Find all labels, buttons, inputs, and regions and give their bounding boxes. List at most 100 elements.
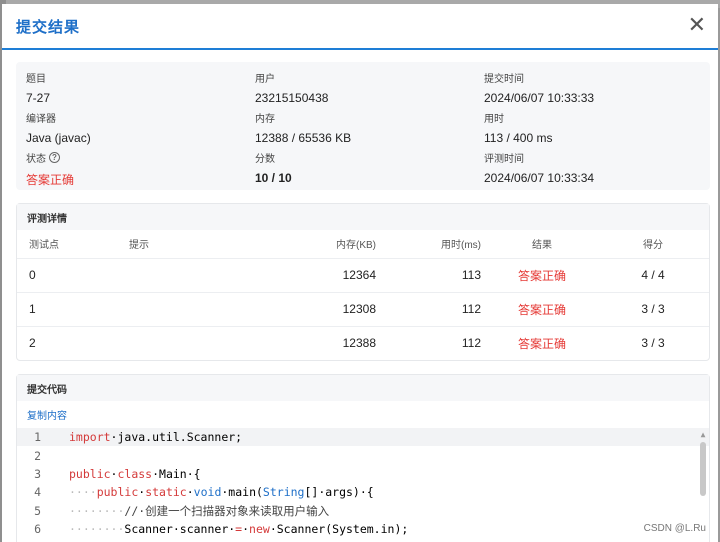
table-row: 0 12364 113 答案正确 4 / 4: [17, 257, 709, 292]
table-row: 1 12308 112 答案正确 3 / 3: [17, 291, 709, 326]
score-label: 分数: [255, 154, 275, 165]
code-token: ·Scanner(System.in);: [269, 522, 409, 537]
line-number: 6: [34, 522, 41, 537]
submit-time-value: 2024/06/07 10:33:33: [484, 91, 595, 105]
row-hint: [107, 291, 257, 326]
status-label-row: 状态 ?: [26, 150, 74, 165]
memory-value: 12388 / 65536 KB: [255, 131, 352, 145]
judge-details-card: 评测详情 测试点 提示 内存(KB) 用时(ms) 结果 得分 0 12364 …: [16, 203, 710, 361]
code-token: ·: [110, 466, 118, 481]
user-label: 用户: [255, 74, 275, 85]
row-point: 0: [17, 257, 107, 292]
memory-info: 内存 12388 / 65536 KB: [255, 110, 351, 145]
code-token: Scanner·scanner·: [124, 522, 236, 537]
submit-time-label: 提交时间: [484, 74, 524, 85]
code-comment: //·创建一个扫描器对象来读取用户输入: [124, 503, 330, 518]
judge-time-label: 评测时间: [484, 154, 524, 165]
watermark: CSDN @L.Ru: [643, 523, 706, 534]
line-number: 1: [34, 430, 41, 445]
submission-result-dialog: 提交结果 ✕ 题目 7-27 用户 23215150438 提交时间 2024/…: [2, 4, 718, 542]
row-memory: 12388: [257, 325, 382, 360]
col-time: 用时(ms): [441, 240, 481, 252]
time-info: 用时 113 / 400 ms: [484, 110, 552, 145]
code-line: 4 ···· public · static · void ·main(String []·a…: [17, 483, 709, 501]
score-value: 10 / 10: [255, 171, 292, 185]
row-memory: 12364: [257, 257, 382, 292]
code-token: class: [117, 466, 153, 481]
user-info: 用户 23215150438: [255, 70, 328, 105]
line-number: 4: [34, 485, 41, 500]
code-token: ·java.util.Scanner;: [110, 430, 243, 445]
row-result: 答案正确: [487, 257, 597, 292]
copy-code-button[interactable]: 复制内容: [17, 401, 709, 428]
row-time: 113: [382, 257, 487, 292]
code-token: ········: [69, 503, 125, 518]
time-value: 113 / 400 ms: [484, 131, 553, 145]
row-hint: [107, 325, 257, 360]
code-token: ····: [69, 485, 97, 500]
time-label: 用时: [484, 114, 504, 125]
row-time: 112: [382, 291, 487, 326]
code-line: 6 ········ Scanner·scanner· = · new ·Scanner(…: [17, 520, 709, 538]
problem-label: 题目: [26, 74, 46, 85]
col-point: 测试点: [29, 240, 59, 252]
status-info: 状态 ? 答案正确: [26, 150, 74, 188]
code-token: ·Main·{: [152, 466, 201, 481]
row-hint: [107, 257, 257, 292]
row-result: 答案正确: [487, 325, 597, 360]
scroll-thumb[interactable]: [700, 442, 706, 496]
line-number: 2: [34, 448, 41, 463]
code-token: new: [249, 522, 270, 537]
user-value: 23215150438: [255, 91, 329, 105]
summary-card: 题目 7-27 用户 23215150438 提交时间 2024/06/07 1…: [16, 62, 710, 190]
line-number: 3: [34, 466, 41, 481]
code-token: ·: [242, 522, 250, 537]
compiler-value: Java (javac): [26, 131, 91, 145]
problem-value: 7-27: [26, 91, 51, 105]
code-token: []·args)·{: [304, 485, 374, 500]
code-token: ········: [69, 522, 125, 537]
judge-details-title: 评测详情: [17, 204, 709, 230]
code-token: String: [262, 485, 305, 500]
line-number: 5: [34, 503, 41, 518]
code-editor[interactable]: 1 import ·java.util.Scanner; 2 3 public · c…: [17, 428, 709, 542]
code-line: 1 import ·java.util.Scanner;: [17, 428, 709, 447]
code-token: ·: [138, 485, 146, 500]
close-icon[interactable]: ✕: [688, 15, 706, 37]
memory-label: 内存: [255, 114, 275, 125]
code-token: public: [69, 466, 111, 481]
code-token: import: [69, 430, 111, 445]
row-point: 2: [17, 325, 107, 360]
status-value: 答案正确: [26, 173, 75, 187]
col-score: 得分: [643, 240, 663, 252]
judge-time-value: 2024/06/07 10:33:34: [484, 171, 595, 185]
compiler-label: 编译器: [26, 114, 56, 125]
submitted-code-title: 提交代码: [17, 375, 709, 401]
submitted-code-card: 提交代码 复制内容 1 import ·java.util.Scanner; 2 …: [16, 374, 710, 542]
compiler-info: 编译器 Java (javac): [26, 110, 91, 145]
row-score: 4 / 4: [597, 257, 709, 292]
judge-table-header: 测试点 提示 内存(KB) 用时(ms) 结果 得分: [17, 230, 709, 258]
scroll-up-icon[interactable]: ▲: [699, 430, 707, 440]
judge-time-info: 评测时间 2024/06/07 10:33:34: [484, 150, 594, 185]
code-line: 3 public · class ·Main·{: [17, 465, 709, 483]
row-result: 答案正确: [487, 291, 597, 326]
col-memory: 内存(KB): [336, 240, 376, 252]
col-result: 结果: [532, 240, 552, 252]
code-token: public: [96, 485, 139, 500]
code-token: =: [235, 522, 243, 537]
row-score: 3 / 3: [597, 291, 709, 326]
row-point: 1: [17, 291, 107, 326]
problem-info: 题目 7-27: [26, 70, 50, 105]
row-memory: 12308: [257, 291, 382, 326]
table-row: 2 12388 112 答案正确 3 / 3: [17, 325, 709, 360]
status-label: 状态: [26, 154, 46, 165]
dialog-title: 提交结果: [16, 18, 81, 36]
dialog-content: 题目 7-27 用户 23215150438 提交时间 2024/06/07 1…: [2, 52, 718, 542]
dialog-header: 提交结果 ✕: [2, 4, 718, 50]
code-line: 5 ········//·创建一个扫描器对象来读取用户输入: [17, 502, 709, 520]
col-hint: 提示: [129, 240, 149, 252]
row-time: 112: [382, 325, 487, 360]
help-icon[interactable]: ?: [49, 152, 60, 163]
submit-time-info: 提交时间 2024/06/07 10:33:33: [484, 70, 594, 105]
